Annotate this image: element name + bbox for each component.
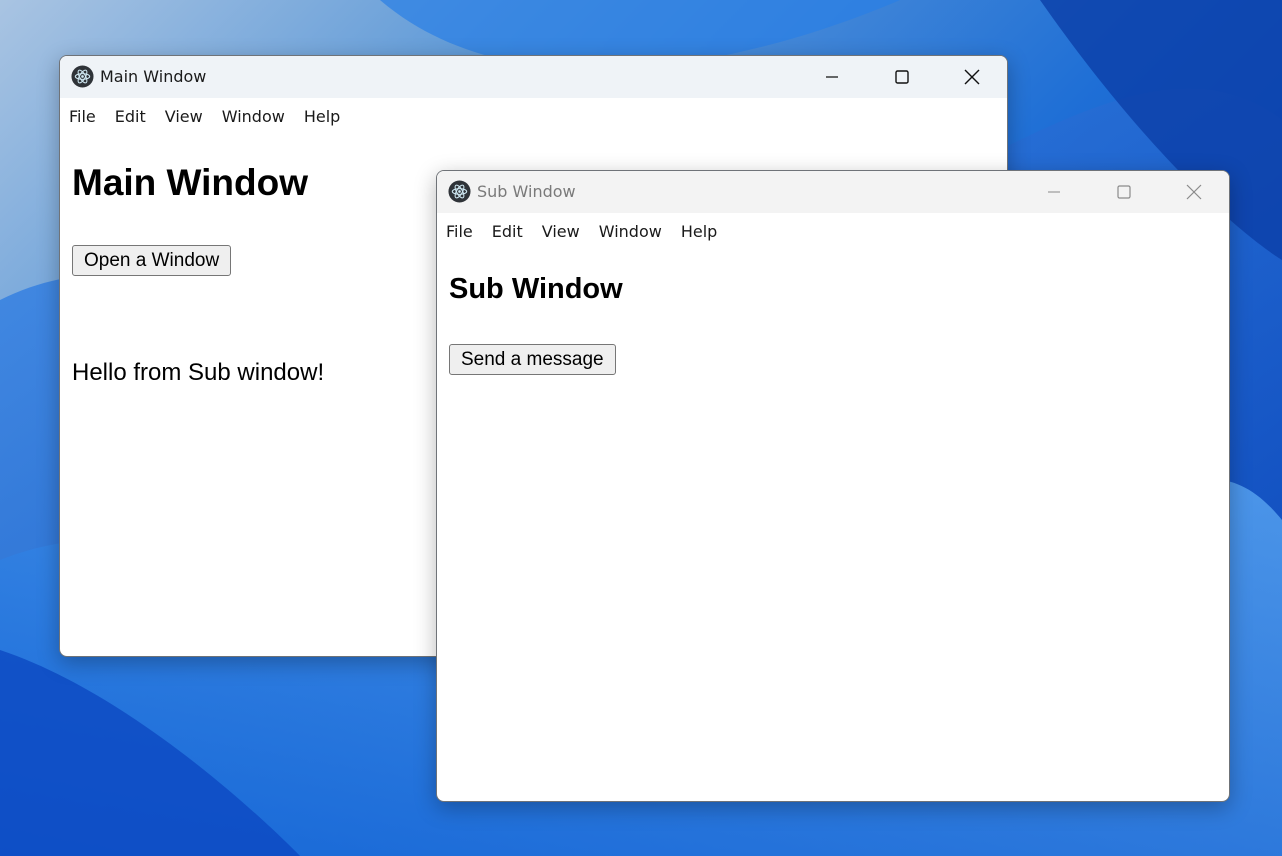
main-menu-file[interactable]: File xyxy=(69,107,96,126)
maximize-icon xyxy=(895,70,909,84)
sub-page-heading: Sub Window xyxy=(449,273,623,305)
sub-window-title: Sub Window xyxy=(477,182,576,201)
minimize-icon xyxy=(1048,191,1060,193)
sub-menu-window[interactable]: Window xyxy=(599,222,662,241)
open-window-button[interactable]: Open a Window xyxy=(72,245,232,276)
main-menu-help[interactable]: Help xyxy=(304,107,340,126)
sub-window-titlebar[interactable]: Sub Window xyxy=(437,171,1229,213)
sub-window[interactable]: Sub Window File Edit View Window Help Su… xyxy=(436,170,1230,802)
sub-menu-file[interactable]: File xyxy=(446,222,473,241)
sub-minimize-button[interactable] xyxy=(1019,171,1089,213)
main-maximize-button[interactable] xyxy=(867,56,937,98)
minimize-icon xyxy=(826,76,838,78)
desktop-background: Main Window File Edit View Window Help M… xyxy=(0,0,1282,856)
maximize-icon xyxy=(1117,185,1131,199)
electron-app-icon xyxy=(71,65,94,88)
sub-close-button[interactable] xyxy=(1159,171,1229,213)
main-page-heading: Main Window xyxy=(72,162,309,203)
main-window-title: Main Window xyxy=(100,67,207,86)
send-message-button[interactable]: Send a message xyxy=(449,344,616,375)
close-icon xyxy=(1186,184,1202,200)
sub-menubar: File Edit View Window Help xyxy=(437,213,1229,249)
main-menu-window[interactable]: Window xyxy=(222,107,285,126)
electron-app-icon xyxy=(448,180,471,203)
main-menubar: File Edit View Window Help xyxy=(60,98,1007,134)
sub-maximize-button[interactable] xyxy=(1089,171,1159,213)
received-message-text: Hello from Sub window! xyxy=(72,359,325,386)
sub-menu-help[interactable]: Help xyxy=(681,222,717,241)
sub-menu-view[interactable]: View xyxy=(542,222,580,241)
sub-window-content: Sub Window Send a message xyxy=(437,249,1229,801)
main-menu-edit[interactable]: Edit xyxy=(115,107,146,126)
main-close-button[interactable] xyxy=(937,56,1007,98)
close-icon xyxy=(964,69,980,85)
main-window-titlebar[interactable]: Main Window xyxy=(60,56,1007,98)
main-menu-view[interactable]: View xyxy=(165,107,203,126)
sub-menu-edit[interactable]: Edit xyxy=(492,222,523,241)
main-minimize-button[interactable] xyxy=(797,56,867,98)
